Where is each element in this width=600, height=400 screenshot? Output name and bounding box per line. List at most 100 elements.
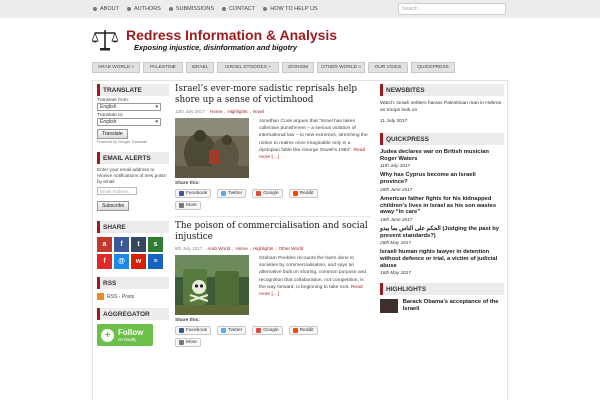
powered-by-google: Powered by Google Translate — [97, 140, 148, 144]
translate-heading: TRANSLATE — [97, 84, 169, 96]
email-icon[interactable]: @ — [114, 254, 129, 269]
facebook-icon[interactable]: f — [114, 237, 129, 252]
post-category[interactable]: Highlights — [227, 109, 247, 114]
soldiers-photo — [175, 118, 249, 178]
facebook-share-button[interactable]: Facebook — [175, 189, 212, 198]
post-thumbnail[interactable] — [175, 255, 249, 315]
share-buttons: Facebook Twitter Google Reddit — [175, 189, 370, 198]
nav-our-voice[interactable]: OUR VOICE — [368, 62, 408, 73]
quickpress-date: 19th June 2017 — [380, 216, 413, 222]
post-date: 12th July 2017 — [175, 109, 205, 114]
post-category[interactable]: Israel — [253, 109, 264, 114]
google-share-button[interactable]: Google — [252, 189, 283, 198]
follow-feedly-button[interactable]: + Follow on feedly — [97, 324, 153, 346]
top-bar: ABOUT AUTHORS SUBMISSIONS CONTACT HOW TO… — [0, 0, 600, 18]
quickpress-item[interactable]: الحكم على الناس بما يبدو (Judging the pa… — [380, 226, 504, 245]
scales-of-justice-icon — [92, 30, 118, 51]
twitter-share-button[interactable]: Twitter — [217, 189, 247, 198]
ask-icon[interactable]: a — [97, 237, 112, 252]
reddit-share-button[interactable]: Reddit — [288, 189, 318, 198]
translate-to-select[interactable]: English ▾ — [97, 118, 161, 126]
post-category[interactable]: Home — [210, 109, 222, 114]
quickpress-date: 26th May 2017 — [380, 240, 412, 246]
translate-from-select[interactable]: English ▾ — [97, 103, 161, 111]
post-category[interactable]: Other World — [279, 246, 304, 251]
google-share-button[interactable]: Google — [252, 326, 283, 335]
translate-button[interactable]: Translate — [97, 129, 128, 139]
post-category[interactable]: Arab World — [207, 246, 230, 251]
quickpress-item[interactable]: Judea declares war on British musician R… — [380, 149, 504, 168]
share-buttons: Facebook Twitter Google Reddit — [175, 326, 370, 335]
weibo-icon[interactable]: w — [131, 254, 146, 269]
bullet-icon — [263, 7, 268, 11]
rss-heading: RSS — [97, 277, 169, 289]
newsbites-date: 11 July 2017 — [380, 119, 408, 124]
toxic-barrels-photo — [175, 255, 249, 315]
nav-arab-world[interactable]: ARAB WORLD » — [92, 62, 140, 73]
post-date: 8th July 2017 — [175, 246, 203, 251]
quickpress-date: 11th July 2017 — [380, 163, 411, 169]
topnav-contact[interactable]: CONTACT — [222, 6, 255, 12]
bullet-icon — [93, 7, 97, 11]
post-thumbnail[interactable] — [175, 118, 249, 178]
reddit-icon — [292, 191, 298, 196]
quickpress-title: الحكم على الناس بما يبدو (Judging the pa… — [380, 225, 500, 239]
google-icon — [256, 328, 262, 333]
facebook-share-button[interactable]: Facebook — [175, 326, 212, 335]
rss-posts-link[interactable]: RSS - Posts — [97, 293, 169, 300]
post-title[interactable]: Israel’s ever-more sadistic reprisals he… — [175, 84, 370, 106]
post-excerpt: Graham Peebles recounts the harm done to… — [259, 256, 367, 298]
quickpress-title: American father fights for his kidnapped… — [380, 195, 497, 216]
email-field[interactable]: Email Address — [97, 187, 137, 195]
topnav-about[interactable]: ABOUT — [93, 6, 119, 12]
chevron-down-icon: ▾ — [155, 104, 158, 110]
topnav-how-to-help[interactable]: HOW TO HELP US — [263, 6, 318, 12]
nav-israel-stooges[interactable]: ISRAEL STOOGES » — [217, 62, 279, 73]
quickpress-title: Israeli human rights lawyer in detention… — [380, 249, 498, 269]
highlight-thumbnail — [380, 299, 398, 314]
left-sidebar: TRANSLATE Translate from: English ▾ Trans… — [97, 84, 169, 346]
facebook-icon — [179, 328, 184, 333]
topnav-authors[interactable]: AUTHORS — [126, 6, 161, 12]
highlight-item[interactable]: Barack Obama’s acceptance of the Israeli — [380, 299, 504, 314]
subscribe-button[interactable]: Subscribe — [97, 201, 130, 211]
bullet-icon — [222, 7, 227, 11]
twitter-icon — [221, 191, 227, 196]
post-category[interactable]: Home — [236, 246, 248, 251]
nav-israel[interactable]: ISRAEL — [186, 62, 214, 73]
site-title[interactable]: Redress Information & Analysis — [126, 27, 337, 43]
share-icons: a f t s f @ w ≡ — [97, 237, 167, 271]
plus-icon — [179, 340, 184, 345]
aggregator-heading: AGGREGATOR — [97, 308, 169, 320]
quickpress-item[interactable]: Why has Cyprus become an Israeli provinc… — [380, 172, 504, 191]
stumbleupon-icon[interactable]: s — [148, 237, 163, 252]
nav-zionism[interactable]: ZIONISM — [282, 62, 314, 73]
newsbites-item[interactable]: Watch: Israeli settlers harass Palestini… — [380, 100, 504, 125]
plus-icon — [179, 203, 184, 208]
main-content: Israel’s ever-more sadistic reprisals he… — [175, 84, 370, 347]
more-share-icon[interactable]: ≡ — [148, 254, 163, 269]
flipboard-icon[interactable]: f — [97, 254, 112, 269]
quickpress-item[interactable]: American father fights for his kidnapped… — [380, 196, 504, 222]
nav-other-world[interactable]: OTHER WORLD » — [317, 62, 365, 73]
plus-icon: + — [101, 328, 114, 342]
email-alerts-heading: EMAIL ALERTS — [97, 152, 169, 164]
share-heading: SHARE — [97, 221, 169, 233]
twitter-share-button[interactable]: Twitter — [217, 326, 247, 335]
reddit-share-button[interactable]: Reddit — [288, 326, 318, 335]
bullet-icon — [168, 7, 173, 11]
highlights-heading: HIGHLIGHTS — [380, 283, 504, 296]
tumblr-icon[interactable]: t — [131, 237, 146, 252]
post-excerpt: Jonathan Cook argues that “Israel has ta… — [259, 119, 368, 161]
search-input[interactable]: Search — [398, 3, 506, 15]
nav-palestine[interactable]: PALESTINE — [143, 62, 183, 73]
post: The poison of commercialisation and soci… — [175, 221, 370, 347]
quickpress-item[interactable]: Israeli human rights lawyer in detention… — [380, 249, 504, 275]
topnav-submissions[interactable]: SUBMISSIONS — [168, 6, 214, 12]
more-share-button[interactable]: More — [175, 201, 201, 210]
post-category[interactable]: Highlights — [253, 246, 273, 251]
nav-quickpress[interactable]: QUICKPRESS — [411, 62, 455, 73]
google-icon — [256, 191, 262, 196]
more-share-button[interactable]: More — [175, 338, 201, 347]
post-title[interactable]: The poison of commercialisation and soci… — [175, 221, 370, 243]
